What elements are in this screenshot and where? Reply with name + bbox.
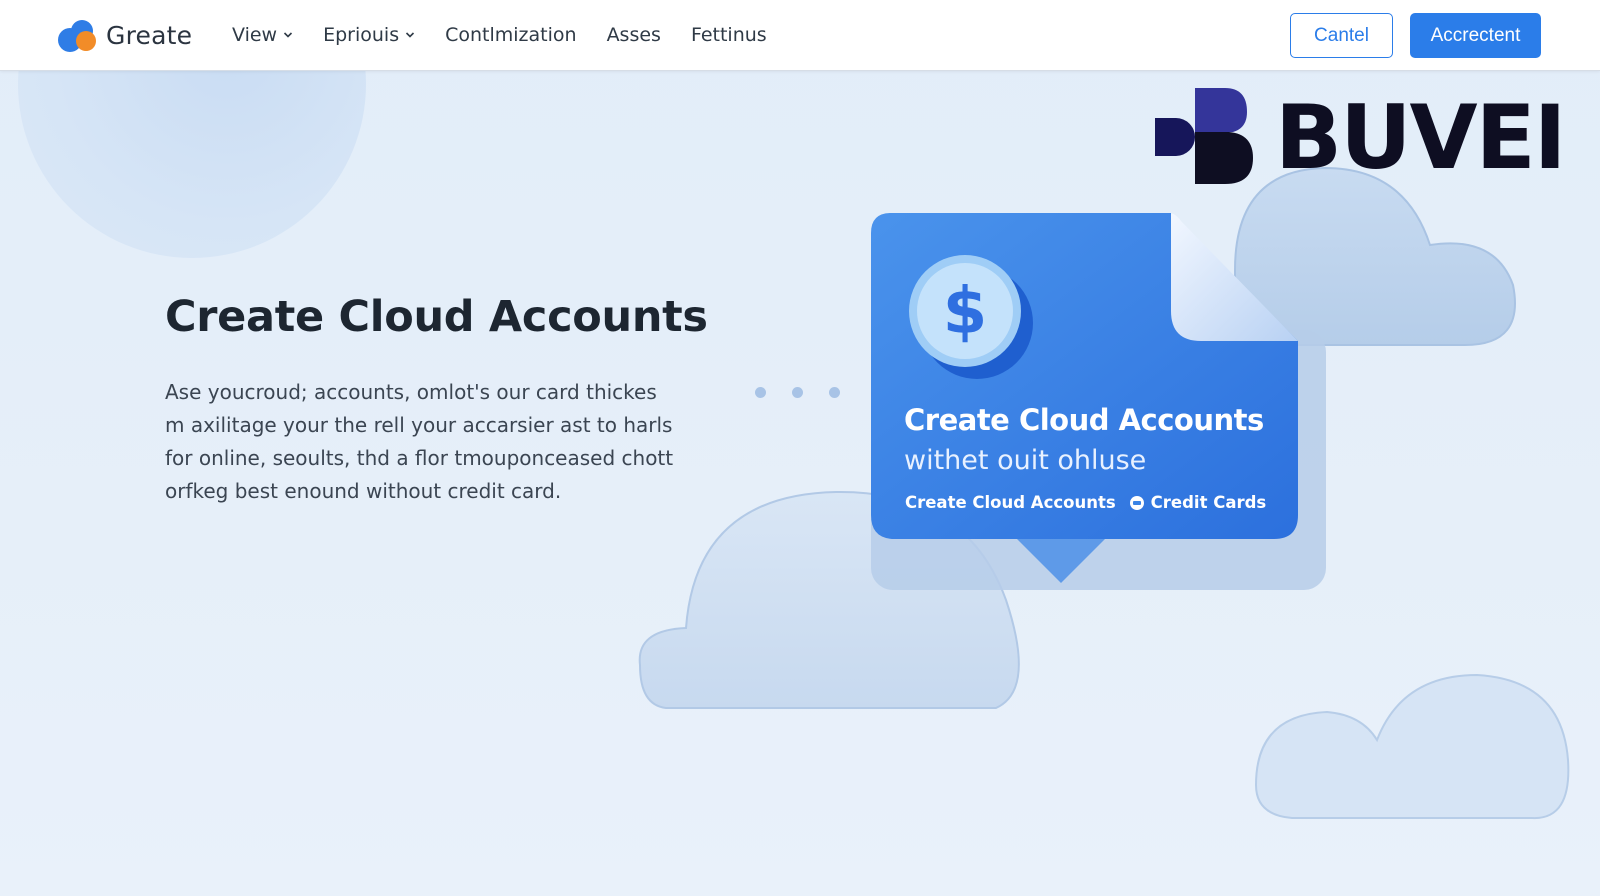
nav-item-contlmization[interactable]: Contlmization (445, 24, 576, 46)
nav-item-asses[interactable]: Asses (607, 24, 661, 46)
cancel-button[interactable]: Cantel (1290, 13, 1393, 58)
card-footer: Create Cloud Accounts Credit Cards (905, 493, 1266, 512)
nav-item-view[interactable]: View (232, 24, 293, 46)
hero-title: Create Cloud Accounts (165, 292, 708, 342)
card-subtitle: withet ouit ohluse (904, 445, 1147, 476)
cloud-account-card: $ Create Cloud Accounts withet ouit ohlu… (871, 213, 1298, 583)
nav-item-label: Contlmization (445, 24, 577, 46)
card-footer-left: Create Cloud Accounts (905, 493, 1116, 512)
hero-line: orfkeg best enound without credit card. (165, 479, 562, 503)
dot (792, 387, 803, 398)
nav-item-label: Fettinus (690, 24, 767, 46)
hero-line: for online, seoults, thd a flor tmouponc… (165, 446, 674, 470)
nav-item-label: View (232, 24, 278, 46)
nav-item-label: Eprіouis (323, 24, 400, 46)
buvei-wordmark: BUVEI (1275, 86, 1566, 189)
page: Greate View Eprіouis Contlmization Asses… (0, 0, 1600, 896)
svg-text:$: $ (943, 275, 988, 349)
card-title: Create Cloud Accounts (904, 403, 1264, 437)
dot (755, 387, 766, 398)
dot (829, 387, 840, 398)
hero-description: Ase youcroud; accounts, omlot's our card… (165, 376, 725, 508)
nav-item-eprious[interactable]: Eprіouis (323, 24, 415, 46)
buvei-symbol-icon (1155, 88, 1253, 184)
nav-menu: View Eprіouis Contlmization Asses Fettin… (232, 20, 797, 50)
brand-name: Greate (106, 20, 193, 50)
chevron-down-icon (284, 32, 293, 38)
cloud-logo-icon (56, 16, 98, 54)
nav-item-fettinus[interactable]: Fettinus (691, 24, 767, 46)
hero-line: m axilitage your the rell your accarsier… (165, 413, 673, 437)
decorative-dots (755, 387, 866, 398)
cloud-right-bottom (1254, 673, 1570, 820)
accept-button[interactable]: Accrectent (1410, 13, 1541, 58)
buvei-logo: BUVEI (1155, 88, 1575, 188)
hero-line: Ase youcroud; accounts, omlot's our card… (165, 380, 657, 404)
card-footer-right: Credit Cards (1150, 493, 1267, 512)
brand[interactable]: Greate (56, 16, 192, 54)
chevron-down-icon (406, 32, 415, 38)
card-bullet-icon (1129, 495, 1144, 510)
top-navbar: Greate View Eprіouis Contlmization Asses… (0, 0, 1600, 71)
dollar-coin-icon: $ (909, 255, 1033, 379)
nav-item-label: Asses (606, 24, 661, 46)
